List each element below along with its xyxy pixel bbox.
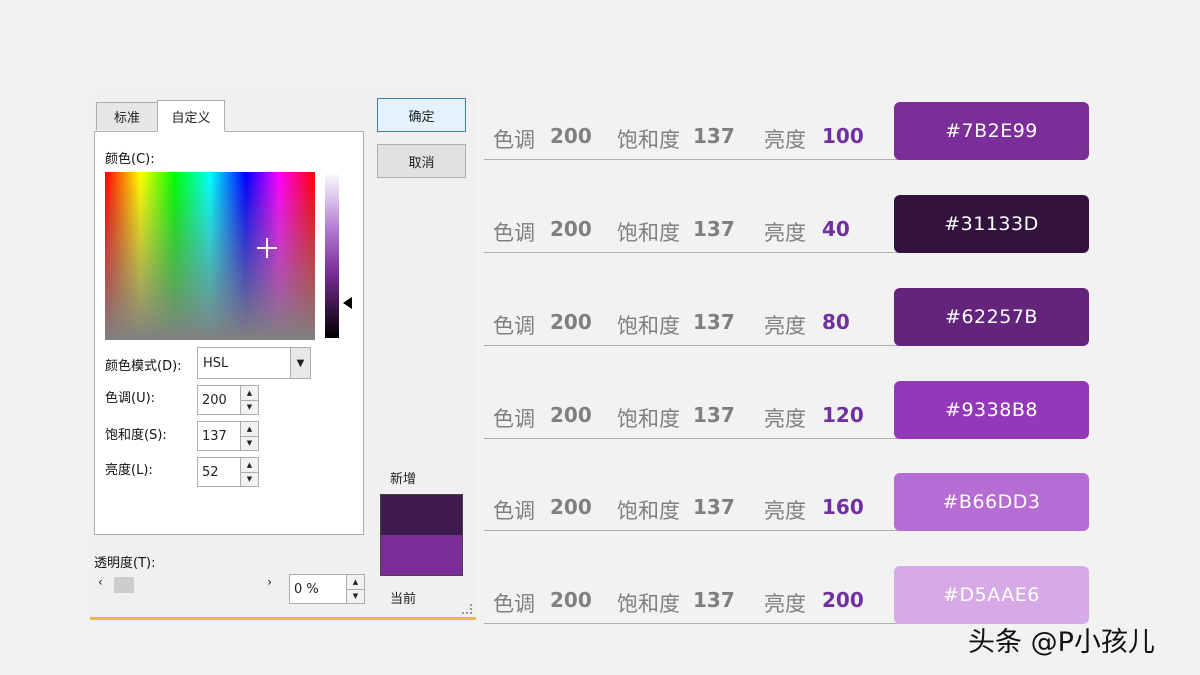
hex-swatch: #7B2E99 — [894, 102, 1089, 160]
new-label: 新增 — [390, 472, 417, 487]
color-model-label: 颜色模式(D): — [105, 359, 182, 374]
sat-value: 137 — [693, 217, 735, 241]
lum-label: 亮度(L): — [105, 463, 153, 478]
spin-down-icon[interactable]: ▼ — [347, 589, 364, 603]
new-color-swatch — [381, 495, 462, 535]
hue-value: 200 — [550, 403, 592, 427]
spin-down-icon[interactable]: ▼ — [241, 472, 258, 486]
color-row: 色调 200 饱和度 137 亮度 120 #9338B8 — [484, 381, 1094, 441]
color-row: 色调 200 饱和度 137 亮度 200 #D5AAE6 — [484, 566, 1094, 626]
sat-value: 137 — [693, 310, 735, 334]
spin-down-icon[interactable]: ▼ — [241, 436, 258, 450]
hex-swatch: #D5AAE6 — [894, 566, 1089, 624]
lum-value: 80 — [822, 310, 850, 334]
ok-button[interactable]: 确定 — [377, 98, 466, 132]
color-row: 色调 200 饱和度 137 亮度 100 #7B2E99 — [484, 102, 1094, 162]
sat-value: 137 — [693, 495, 735, 519]
hex-swatch: #9338B8 — [894, 381, 1089, 439]
color-spectrum[interactable] — [105, 172, 315, 340]
hue-key: 色调 — [493, 499, 535, 523]
sat-value: 137 — [202, 428, 227, 444]
lum-value: 40 — [822, 217, 850, 241]
lum-value: 200 — [822, 588, 864, 612]
sat-value: 137 — [693, 124, 735, 148]
spin-down-icon[interactable]: ▼ — [241, 400, 258, 414]
row-divider — [484, 159, 904, 160]
transparency-label: 透明度(T): — [94, 556, 156, 571]
sat-input[interactable]: 137 ▲ ▼ — [197, 421, 259, 451]
tab-standard[interactable]: 标准 — [96, 102, 158, 130]
hue-key: 色调 — [493, 314, 535, 338]
spin-up-icon[interactable]: ▲ — [241, 422, 258, 437]
hue-value: 200 — [550, 310, 592, 334]
custom-panel: 颜色(C): 颜色模式(D): HSL ▼ 色调(U): 200 ▲ ▼ 饱和度(… — [94, 131, 364, 535]
transparency-value: 0 % — [294, 581, 319, 597]
hue-value: 200 — [550, 588, 592, 612]
tab-custom[interactable]: 自定义 — [157, 100, 225, 132]
hex-swatch: #31133D — [894, 195, 1089, 253]
sat-value: 137 — [693, 588, 735, 612]
spin-up-icon[interactable]: ▲ — [241, 386, 258, 401]
luminance-arrow-icon[interactable] — [343, 297, 352, 309]
resize-grip-icon[interactable] — [462, 604, 472, 614]
hex-swatch: #62257B — [894, 288, 1089, 346]
sat-label: 饱和度(S): — [105, 428, 167, 443]
hue-key: 色调 — [493, 128, 535, 152]
chevron-left-icon[interactable]: ‹ — [98, 575, 103, 589]
chevron-down-icon[interactable]: ▼ — [290, 348, 310, 378]
current-label: 当前 — [390, 592, 417, 607]
color-row: 色调 200 饱和度 137 亮度 40 #31133D — [484, 195, 1094, 255]
hue-key: 色调 — [493, 221, 535, 245]
sat-key: 饱和度 — [617, 221, 680, 245]
current-color-swatch — [381, 535, 462, 575]
lum-value: 100 — [822, 124, 864, 148]
hue-value: 200 — [550, 124, 592, 148]
lum-key: 亮度 — [764, 314, 806, 338]
spin-up-icon[interactable]: ▲ — [241, 458, 258, 473]
luminance-bar[interactable] — [325, 172, 339, 338]
spin-up-icon[interactable]: ▲ — [347, 575, 364, 590]
transparency-input[interactable]: 0 % ▲ ▼ — [289, 574, 365, 604]
chevron-right-icon[interactable]: › — [267, 575, 272, 589]
color-model-value: HSL — [203, 355, 229, 371]
row-divider — [484, 345, 904, 346]
lum-key: 亮度 — [764, 499, 806, 523]
hex-swatch: #B66DD3 — [894, 473, 1089, 531]
crosshair-icon[interactable] — [257, 238, 277, 258]
hue-value: 200 — [202, 392, 227, 408]
hue-label: 色调(U): — [105, 391, 156, 406]
lum-key: 亮度 — [764, 128, 806, 152]
row-divider — [484, 623, 904, 624]
hue-value: 200 — [550, 495, 592, 519]
sat-key: 饱和度 — [617, 499, 680, 523]
color-row: 色调 200 饱和度 137 亮度 160 #B66DD3 — [484, 473, 1094, 533]
lum-value: 160 — [822, 495, 864, 519]
cancel-button[interactable]: 取消 — [377, 144, 466, 178]
color-row: 色调 200 饱和度 137 亮度 80 #62257B — [484, 288, 1094, 348]
sat-key: 饱和度 — [617, 128, 680, 152]
color-dialog: 标准 自定义 颜色(C): 颜色模式(D): HSL ▼ 色调(U): 200 … — [90, 90, 476, 620]
sat-key: 饱和度 — [617, 592, 680, 616]
transparency-slider[interactable]: ‹ › — [94, 575, 276, 595]
lum-value: 52 — [202, 464, 219, 480]
color-model-select[interactable]: HSL ▼ — [197, 347, 311, 379]
sat-value: 137 — [693, 403, 735, 427]
lum-key: 亮度 — [764, 407, 806, 431]
row-divider — [484, 252, 904, 253]
sat-key: 饱和度 — [617, 407, 680, 431]
row-divider — [484, 530, 904, 531]
lum-value: 120 — [822, 403, 864, 427]
lum-key: 亮度 — [764, 592, 806, 616]
row-divider — [484, 438, 904, 439]
lum-input[interactable]: 52 ▲ ▼ — [197, 457, 259, 487]
hue-value: 200 — [550, 217, 592, 241]
watermark: 头条 @P小孩儿 — [968, 627, 1155, 658]
sat-key: 饱和度 — [617, 314, 680, 338]
hue-key: 色调 — [493, 592, 535, 616]
hue-key: 色调 — [493, 407, 535, 431]
slider-thumb[interactable] — [114, 577, 134, 593]
color-label: 颜色(C): — [105, 152, 155, 167]
hue-input[interactable]: 200 ▲ ▼ — [197, 385, 259, 415]
lum-key: 亮度 — [764, 221, 806, 245]
